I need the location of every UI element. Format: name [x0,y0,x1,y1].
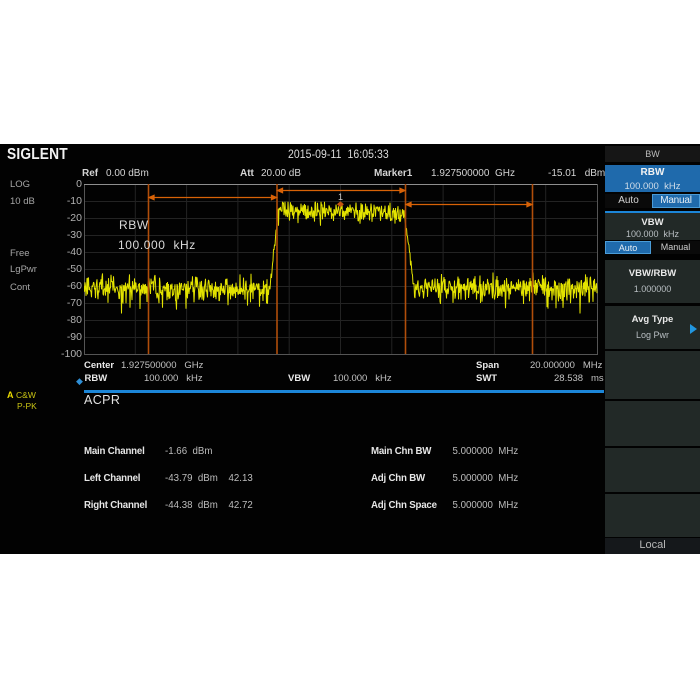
svg-text:1: 1 [338,192,343,202]
